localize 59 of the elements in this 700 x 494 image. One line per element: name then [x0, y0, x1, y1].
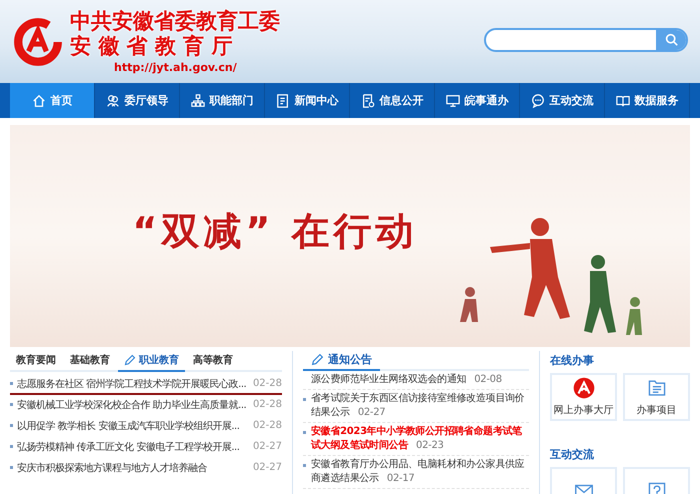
pencil-icon — [311, 353, 324, 366]
news-item[interactable]: 以用促学 教学相长 安徽玉成汽车职业学校组织开展... 02-28 — [10, 416, 282, 437]
news-date: 02-28 — [252, 378, 282, 389]
section-title: 在线办事 — [550, 353, 595, 369]
news-tab[interactable]: 基础教育 — [64, 351, 116, 372]
hall-logo-icon — [572, 377, 594, 399]
bullet-icon — [10, 403, 13, 406]
news-date: 02-27 — [252, 462, 282, 473]
notice-item[interactable]: 安徽省2023年中小学教师公开招聘省命题考试笔试大纲及笔试时间公告 02-23 — [303, 423, 529, 456]
home-icon — [32, 94, 46, 108]
nav-tab[interactable]: 新闻中心 — [265, 83, 350, 118]
nav-tab[interactable]: 互动交流 — [520, 83, 605, 118]
org-chart-icon — [190, 94, 204, 108]
news-item[interactable]: 弘扬劳模精神 传承工匠文化 安徽电子工程学校开展... 02-27 — [10, 437, 282, 458]
site-title: 中共安徽省委教育工委 — [70, 9, 280, 34]
chat-icon — [530, 94, 544, 108]
notice-item[interactable]: 省考试院关于东西区信访接待室维修改造项目询价结果公示 02-27 — [303, 390, 529, 423]
logo-icon — [12, 16, 64, 68]
site-url: http://jyt.ah.gov.cn/ — [114, 61, 238, 74]
news-tab[interactable]: 职业教育 — [118, 351, 185, 372]
news-date: 02-27 — [252, 441, 282, 452]
news-tab[interactable]: 教育要闻 — [10, 351, 62, 372]
notice-date: 02-17 — [386, 473, 414, 484]
nav-tab[interactable]: 信息公开 — [350, 83, 435, 118]
search-icon — [664, 33, 678, 46]
news-item[interactable]: 志愿服务在社区 宿州学院工程技术学院开展暖民心政... 02-28 — [10, 374, 282, 395]
news-tab[interactable]: 高等教育 — [187, 351, 239, 372]
document-search-icon — [360, 94, 374, 108]
notice-date: 02-08 — [474, 374, 502, 385]
nav-tab[interactable]: 数据服务 — [605, 83, 690, 118]
notice-item[interactable]: 源公费师范毕业生网络双选会的通知 02-08 — [303, 371, 529, 390]
service-tile[interactable]: 网上办事大厅 — [550, 373, 617, 421]
nav-tab[interactable]: 首页 — [10, 83, 95, 118]
bullet-icon — [10, 382, 13, 385]
banner-headline: “双减” 在行动 — [132, 208, 418, 254]
bullet-icon — [10, 466, 13, 469]
document-icon — [276, 94, 290, 108]
bullet-icon — [10, 445, 13, 448]
notice-item[interactable]: 安徽省教育厅办公用品、电脑耗材和办公家具供应商遴选结果公示 02-17 — [303, 456, 529, 489]
bullet-icon — [10, 424, 13, 427]
search-field[interactable] — [484, 28, 688, 52]
search-button[interactable] — [656, 30, 686, 50]
notice-date: 02-27 — [358, 407, 386, 418]
service-tile[interactable]: 办事项目 — [623, 373, 690, 421]
book-icon — [616, 94, 630, 108]
pencil-icon — [124, 354, 136, 366]
nav-tab[interactable]: 皖事通办 — [435, 83, 520, 118]
nav-tab[interactable]: 委厅领导 — [95, 83, 180, 118]
nav-tab[interactable]: 职能部门 — [180, 83, 265, 118]
section-title: 通知公告 — [328, 352, 372, 367]
news-item[interactable]: 安庆市积极探索地方课程与地方人才培养融合 02-27 — [10, 458, 282, 479]
section-title: 互动交流 — [550, 447, 595, 463]
notice-date: 02-23 — [416, 440, 444, 451]
news-date: 02-28 — [252, 399, 282, 410]
monitor-icon — [446, 94, 460, 108]
news-item[interactable]: 安徽机械工业学校深化校企合作 助力毕业生高质量就... 02-28 — [10, 395, 282, 416]
news-date: 02-28 — [252, 420, 282, 431]
site-subtitle: 安 徽 省 教 育 厅 — [70, 34, 234, 59]
people-icon — [106, 94, 120, 108]
